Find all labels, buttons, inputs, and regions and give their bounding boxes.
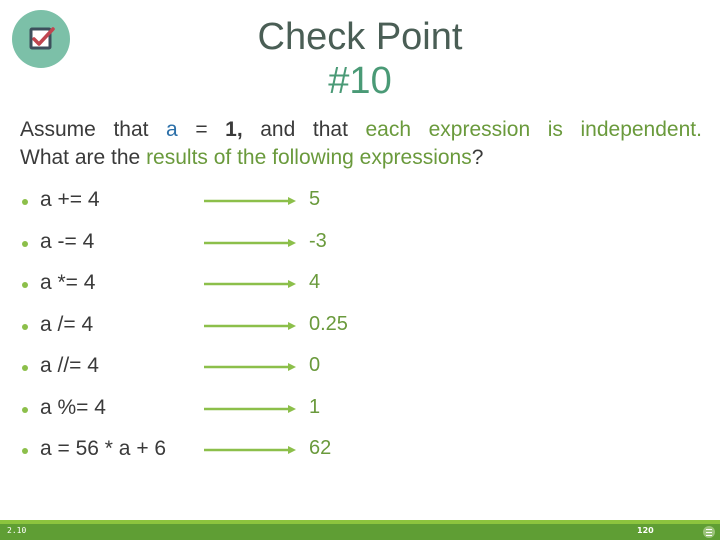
arrow-right-icon: [204, 280, 296, 288]
expression-row: a //= 4 0: [0, 352, 720, 382]
arrow-right-icon: [204, 446, 296, 454]
arrow-right-icon: [204, 238, 296, 247]
result-value: 5: [309, 188, 321, 210]
expression-text: a += 4: [40, 188, 100, 211]
intro-word: 1,: [225, 118, 243, 141]
intro-word: a: [166, 118, 178, 141]
bullet-icon: [22, 323, 28, 330]
expression-row: a = 56 * a + 6 62: [0, 435, 720, 465]
intro-line-2-start: What are the: [20, 146, 147, 169]
result-value: 4: [309, 271, 321, 293]
expression-row: a *= 4 4: [0, 269, 720, 299]
arrow-right-icon: [204, 404, 296, 413]
bullet-icon: [22, 240, 28, 247]
checkbox-check-icon: [12, 10, 70, 68]
intro-word: independent.: [580, 118, 702, 141]
intro-word: that: [113, 118, 149, 141]
expression-text: a -= 4: [40, 229, 95, 253]
arrow-right-icon: [204, 321, 296, 330]
expression-text: a //= 4: [40, 354, 99, 377]
bullet-icon: [22, 199, 28, 205]
intro-word: expression: [428, 118, 531, 141]
page-subtitle: #10: [328, 60, 392, 102]
expression-text: a %= 4: [40, 395, 106, 419]
result-value: 62: [309, 437, 332, 459]
expression-text: a = 56 * a + 6: [40, 437, 167, 460]
expression-row: a -= 4 -3: [0, 228, 720, 258]
bullet-icon: [22, 282, 28, 288]
bullet-icon: [22, 406, 28, 413]
page-title: Check Point: [257, 16, 463, 58]
arrow-right-icon: [204, 363, 296, 371]
intro-word: and: [260, 118, 296, 141]
bullet-icon: [22, 448, 28, 454]
expression-text: a /= 4: [40, 312, 94, 336]
intro-line-2: What are the results of the following ex…: [20, 144, 702, 172]
intro-word: is: [547, 118, 563, 141]
intro-word: =: [195, 118, 208, 141]
intro-line-1: Assume that a = 1, and that each expression is ind…: [20, 116, 702, 144]
result-value: 0: [309, 354, 321, 376]
footer-section-label: 2.10: [7, 526, 27, 535]
expression-row: a /= 4 0.25: [0, 311, 720, 341]
page-number: 120: [637, 526, 654, 535]
intro-word: that: [312, 118, 348, 141]
expression-text: a *= 4: [40, 271, 96, 294]
expression-row: a += 4 5: [0, 186, 720, 216]
result-value: -3: [309, 229, 327, 252]
expression-row: a %= 4 1: [0, 394, 720, 424]
intro-line-2-highlight: results of the following expressions: [146, 146, 472, 169]
intro-text: Assume that a = 1, and that each expression is ind…: [20, 116, 702, 172]
result-value: 0.25: [309, 312, 348, 335]
result-value: 1: [309, 395, 321, 418]
footer-bar: 2.10 120: [0, 524, 720, 540]
intro-word: Assume: [20, 118, 96, 141]
intro-word: each: [365, 118, 412, 141]
menu-icon[interactable]: [703, 526, 715, 538]
bullet-icon: [22, 365, 28, 371]
intro-line-2-end: ?: [471, 146, 484, 169]
arrow-right-icon: [204, 197, 296, 205]
